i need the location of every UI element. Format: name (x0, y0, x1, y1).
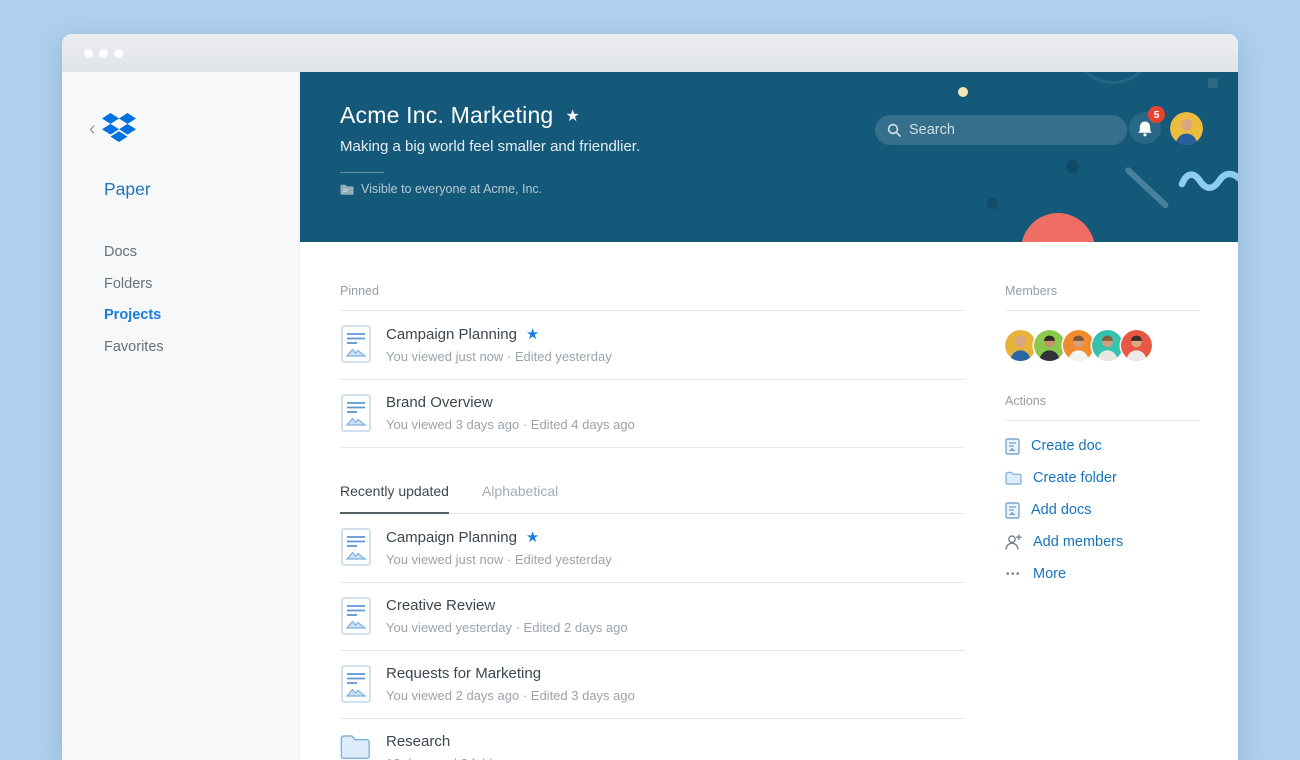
folder-meta: 12 docs and 2 folders (386, 756, 510, 760)
doc-title: Brand Overview (386, 394, 493, 411)
visibility-text: Visible to everyone at Acme, Inc. (361, 182, 543, 196)
doc-row[interactable]: Creative Review You viewed yesterday · E… (340, 583, 965, 651)
pinned-doc-row[interactable]: Campaign Planning ★ You viewed just now … (340, 311, 965, 380)
search-bar[interactable] (875, 115, 1127, 145)
doc-row[interactable]: Requests for Marketing You viewed 2 days… (340, 651, 965, 719)
person-add-icon (1005, 534, 1022, 550)
doc-icon (340, 597, 371, 635)
decorative-dot (1066, 160, 1079, 173)
add-members-button[interactable]: Add members (1005, 526, 1200, 558)
doc-icon (340, 665, 371, 703)
action-label: Add members (1033, 534, 1124, 550)
action-label: Add docs (1031, 502, 1092, 518)
project-header: Acme Inc. Marketing ★ Making a big world… (300, 72, 1238, 242)
sidebar-item-favorites[interactable]: Favorites (62, 332, 299, 364)
project-content: Pinned Campaign Planning ★ You viewed ju… (300, 242, 1238, 760)
doc-icon (1005, 501, 1020, 519)
sort-tabs: Recently updated Alphabetical (340, 483, 965, 514)
project-subtitle: Making a big world feel smaller and frie… (340, 138, 641, 155)
sidebar: ‹ Paper Docs Folders Projects Favorites (62, 72, 300, 760)
desktop-background: ‹ Paper Docs Folders Projects Favorites … (0, 0, 1300, 760)
doc-title: Campaign Planning (386, 325, 517, 343)
starred-icon: ★ (525, 529, 540, 546)
window-minimize-dot[interactable] (99, 48, 108, 58)
page-title: Acme Inc. Marketing (340, 102, 554, 128)
favorite-star-icon[interactable]: ★ (565, 106, 580, 126)
create-doc-button[interactable]: Create doc (1005, 430, 1200, 462)
doc-title: Campaign Planning (386, 528, 517, 546)
decorative-square (987, 198, 998, 209)
doc-meta: You viewed just now · Edited yesterday (386, 552, 612, 567)
members-section-label: Members (1005, 284, 1200, 311)
doc-icon (340, 394, 371, 432)
doc-icon (340, 528, 371, 566)
starred-icon: ★ (525, 326, 540, 343)
notification-badge: 5 (1148, 106, 1165, 123)
traffic-light-dots (84, 48, 123, 58)
user-avatar-image (1170, 112, 1203, 145)
member-avatar[interactable] (1034, 330, 1065, 361)
search-input[interactable] (909, 122, 1099, 138)
action-label: Create folder (1033, 470, 1117, 486)
create-folder-button[interactable]: Create folder (1005, 462, 1200, 494)
doc-meta: You viewed yesterday · Edited 2 days ago (386, 620, 628, 635)
doc-row[interactable]: Campaign Planning ★ You viewed just now … (340, 514, 965, 583)
doc-meta: You viewed 3 days ago · Edited 4 days ag… (386, 417, 635, 432)
user-avatar[interactable] (1170, 112, 1203, 145)
decorative-dot (958, 87, 968, 97)
doc-icon (340, 325, 371, 363)
sidebar-nav: Docs Folders Projects Favorites (62, 237, 299, 363)
window-zoom-dot[interactable] (114, 48, 123, 58)
window-close-dot[interactable] (84, 48, 93, 58)
member-avatar[interactable] (1092, 330, 1123, 361)
ellipsis-icon: ••• (1005, 568, 1021, 580)
more-button[interactable]: ••• More (1005, 558, 1200, 590)
bell-icon (1138, 121, 1152, 136)
notifications-button[interactable]: 5 (1129, 106, 1165, 144)
decorative-square (1208, 78, 1218, 88)
sidebar-item-docs[interactable]: Docs (62, 237, 299, 269)
folder-icon (340, 733, 371, 760)
folder-title: Research (386, 733, 451, 750)
folder-row[interactable]: Research 12 docs and 2 folders (340, 719, 965, 760)
decorative-coral-circle (1021, 213, 1095, 242)
action-label: Create doc (1031, 438, 1102, 454)
doc-meta: You viewed 2 days ago · Edited 3 days ag… (386, 688, 635, 703)
doc-title: Requests for Marketing (386, 665, 542, 682)
tab-alphabetical[interactable]: Alphabetical (482, 483, 558, 513)
folder-visibility-icon (340, 184, 354, 195)
sidebar-item-projects[interactable]: Projects (62, 300, 299, 332)
pinned-doc-row[interactable]: Brand Overview You viewed 3 days ago · E… (340, 380, 965, 448)
doc-icon (1005, 437, 1020, 455)
add-docs-button[interactable]: Add docs (1005, 494, 1200, 526)
folder-icon (1005, 471, 1022, 485)
tab-recently-updated[interactable]: Recently updated (340, 483, 449, 514)
sidebar-item-folders[interactable]: Folders (62, 269, 299, 301)
window-titlebar (62, 34, 1238, 72)
members-avatars (1005, 330, 1200, 361)
decorative-circle-outline (1071, 72, 1155, 84)
decorative-diagonal-line (1123, 166, 1170, 210)
member-avatar[interactable] (1121, 330, 1152, 361)
doc-meta: You viewed just now · Edited yesterday (386, 349, 612, 364)
search-icon (887, 123, 901, 137)
actions-section-label: Actions (1005, 394, 1200, 421)
member-avatar[interactable] (1063, 330, 1094, 361)
member-avatar[interactable] (1005, 330, 1036, 361)
back-chevron-icon[interactable]: ‹ (89, 119, 96, 139)
actions-list: Create doc Create folder Add docs Add me… (1005, 430, 1200, 590)
app-title-paper[interactable]: Paper (104, 179, 299, 200)
decorative-squiggle (1178, 170, 1238, 191)
doc-title: Creative Review (386, 597, 496, 614)
pinned-section-label: Pinned (340, 284, 965, 311)
app-window: ‹ Paper Docs Folders Projects Favorites … (62, 34, 1238, 760)
dropbox-logo-icon[interactable] (101, 113, 136, 144)
action-label: More (1033, 566, 1067, 582)
header-divider (340, 172, 384, 173)
